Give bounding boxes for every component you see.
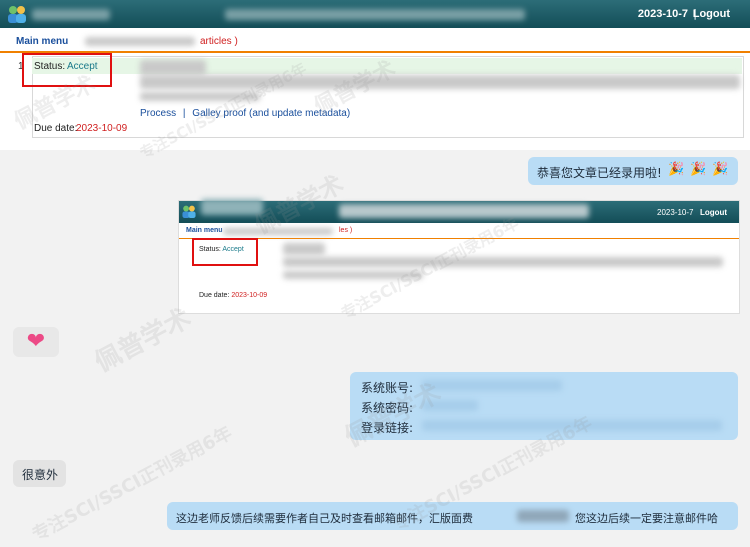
surprise-message: 很意外 <box>13 460 66 487</box>
heart-sticker: ❤ <box>13 327 59 357</box>
journal-system-panel: 2023-10-7 | Logout Main menu articles ) … <box>0 0 750 150</box>
heart-icon: ❤ <box>26 329 46 354</box>
action-separator: | <box>182 108 186 119</box>
password-label: 系统密码: <box>361 401 414 415</box>
redacted-breadcrumb <box>223 228 333 235</box>
logout-link[interactable]: Logout <box>693 8 730 20</box>
users-logo-icon <box>182 205 196 219</box>
redacted-article-title <box>283 257 723 267</box>
redacted-journal-name <box>201 199 263 215</box>
redacted-fee <box>517 510 569 522</box>
notice-message: 这边老师反馈后续需要作者自己及时查看邮箱邮件，汇版面费 您这边后续一定要注意邮件… <box>167 502 738 530</box>
article-actions: Process | Galley proof (and update metad… <box>140 108 350 119</box>
mini-status-highlight-box <box>192 238 258 266</box>
system-topbar: 2023-10-7 | Logout <box>0 0 750 28</box>
party-popper-icon: 🎉 <box>668 162 685 177</box>
redacted-header-text <box>225 9 525 20</box>
process-link[interactable]: Process <box>140 108 176 119</box>
due-date-value: 2023-10-09 <box>76 123 128 134</box>
redacted-author <box>140 92 260 101</box>
status-highlight-box <box>22 53 112 87</box>
notice-text-part2: 您这边后续一定要注意邮件哈 <box>575 512 718 525</box>
mini-orange-divider <box>179 238 739 239</box>
mini-due-label: Due date: <box>199 292 230 299</box>
redacted-article-id <box>283 243 325 255</box>
redacted-article-id <box>140 60 206 75</box>
party-popper-icon: 🎉 <box>690 162 707 177</box>
surprise-text: 很意外 <box>22 468 59 482</box>
article-row-header <box>32 58 742 74</box>
account-label: 系统账号: <box>361 381 414 395</box>
redacted-breadcrumb <box>85 37 195 46</box>
articles-breadcrumb[interactable]: articles ) <box>200 36 238 47</box>
redacted-article-title <box>140 75 740 89</box>
galley-proof-link[interactable]: Galley proof (and update metadata) <box>192 108 350 119</box>
screenshot-message[interactable]: 2023-10-7 Logout Main menu les ) Status:… <box>178 199 740 314</box>
main-menu-link[interactable]: Main menu <box>16 36 68 47</box>
congrats-text: 恭喜您文章已经录用啦! <box>537 166 662 180</box>
mini-articles: les ) <box>339 227 353 234</box>
redacted-login-link <box>422 420 722 431</box>
congrats-message: 恭喜您文章已经录用啦! 🎉 🎉 🎉 <box>528 157 738 185</box>
mini-date: 2023-10-7 <box>657 208 694 217</box>
redacted-actions <box>283 271 423 279</box>
redacted-password <box>422 400 478 411</box>
mini-logout: Logout <box>700 208 728 217</box>
party-popper-icon: 🎉 <box>712 162 729 177</box>
due-date-label: Due date: <box>34 123 78 134</box>
users-logo-icon <box>8 6 26 23</box>
login-link-label: 登录链接: <box>361 421 414 435</box>
mini-main-menu: Main menu <box>186 227 223 234</box>
redacted-account <box>422 380 562 391</box>
current-date: 2023-10-7 <box>637 8 688 20</box>
notice-text-part1: 这边老师反馈后续需要作者自己及时查看邮箱邮件，汇版面费 <box>176 512 473 525</box>
account-info-message: 系统账号: 系统密码: 登录链接: <box>350 372 738 440</box>
redacted-header-text <box>339 204 589 218</box>
mini-due-value: 2023-10-09 <box>231 292 268 299</box>
orange-divider <box>0 51 750 53</box>
mini-topbar: 2023-10-7 Logout <box>179 199 739 223</box>
redacted-journal-name <box>32 9 110 20</box>
mini-due-date: Due date: 2023-10-09 <box>199 292 267 299</box>
